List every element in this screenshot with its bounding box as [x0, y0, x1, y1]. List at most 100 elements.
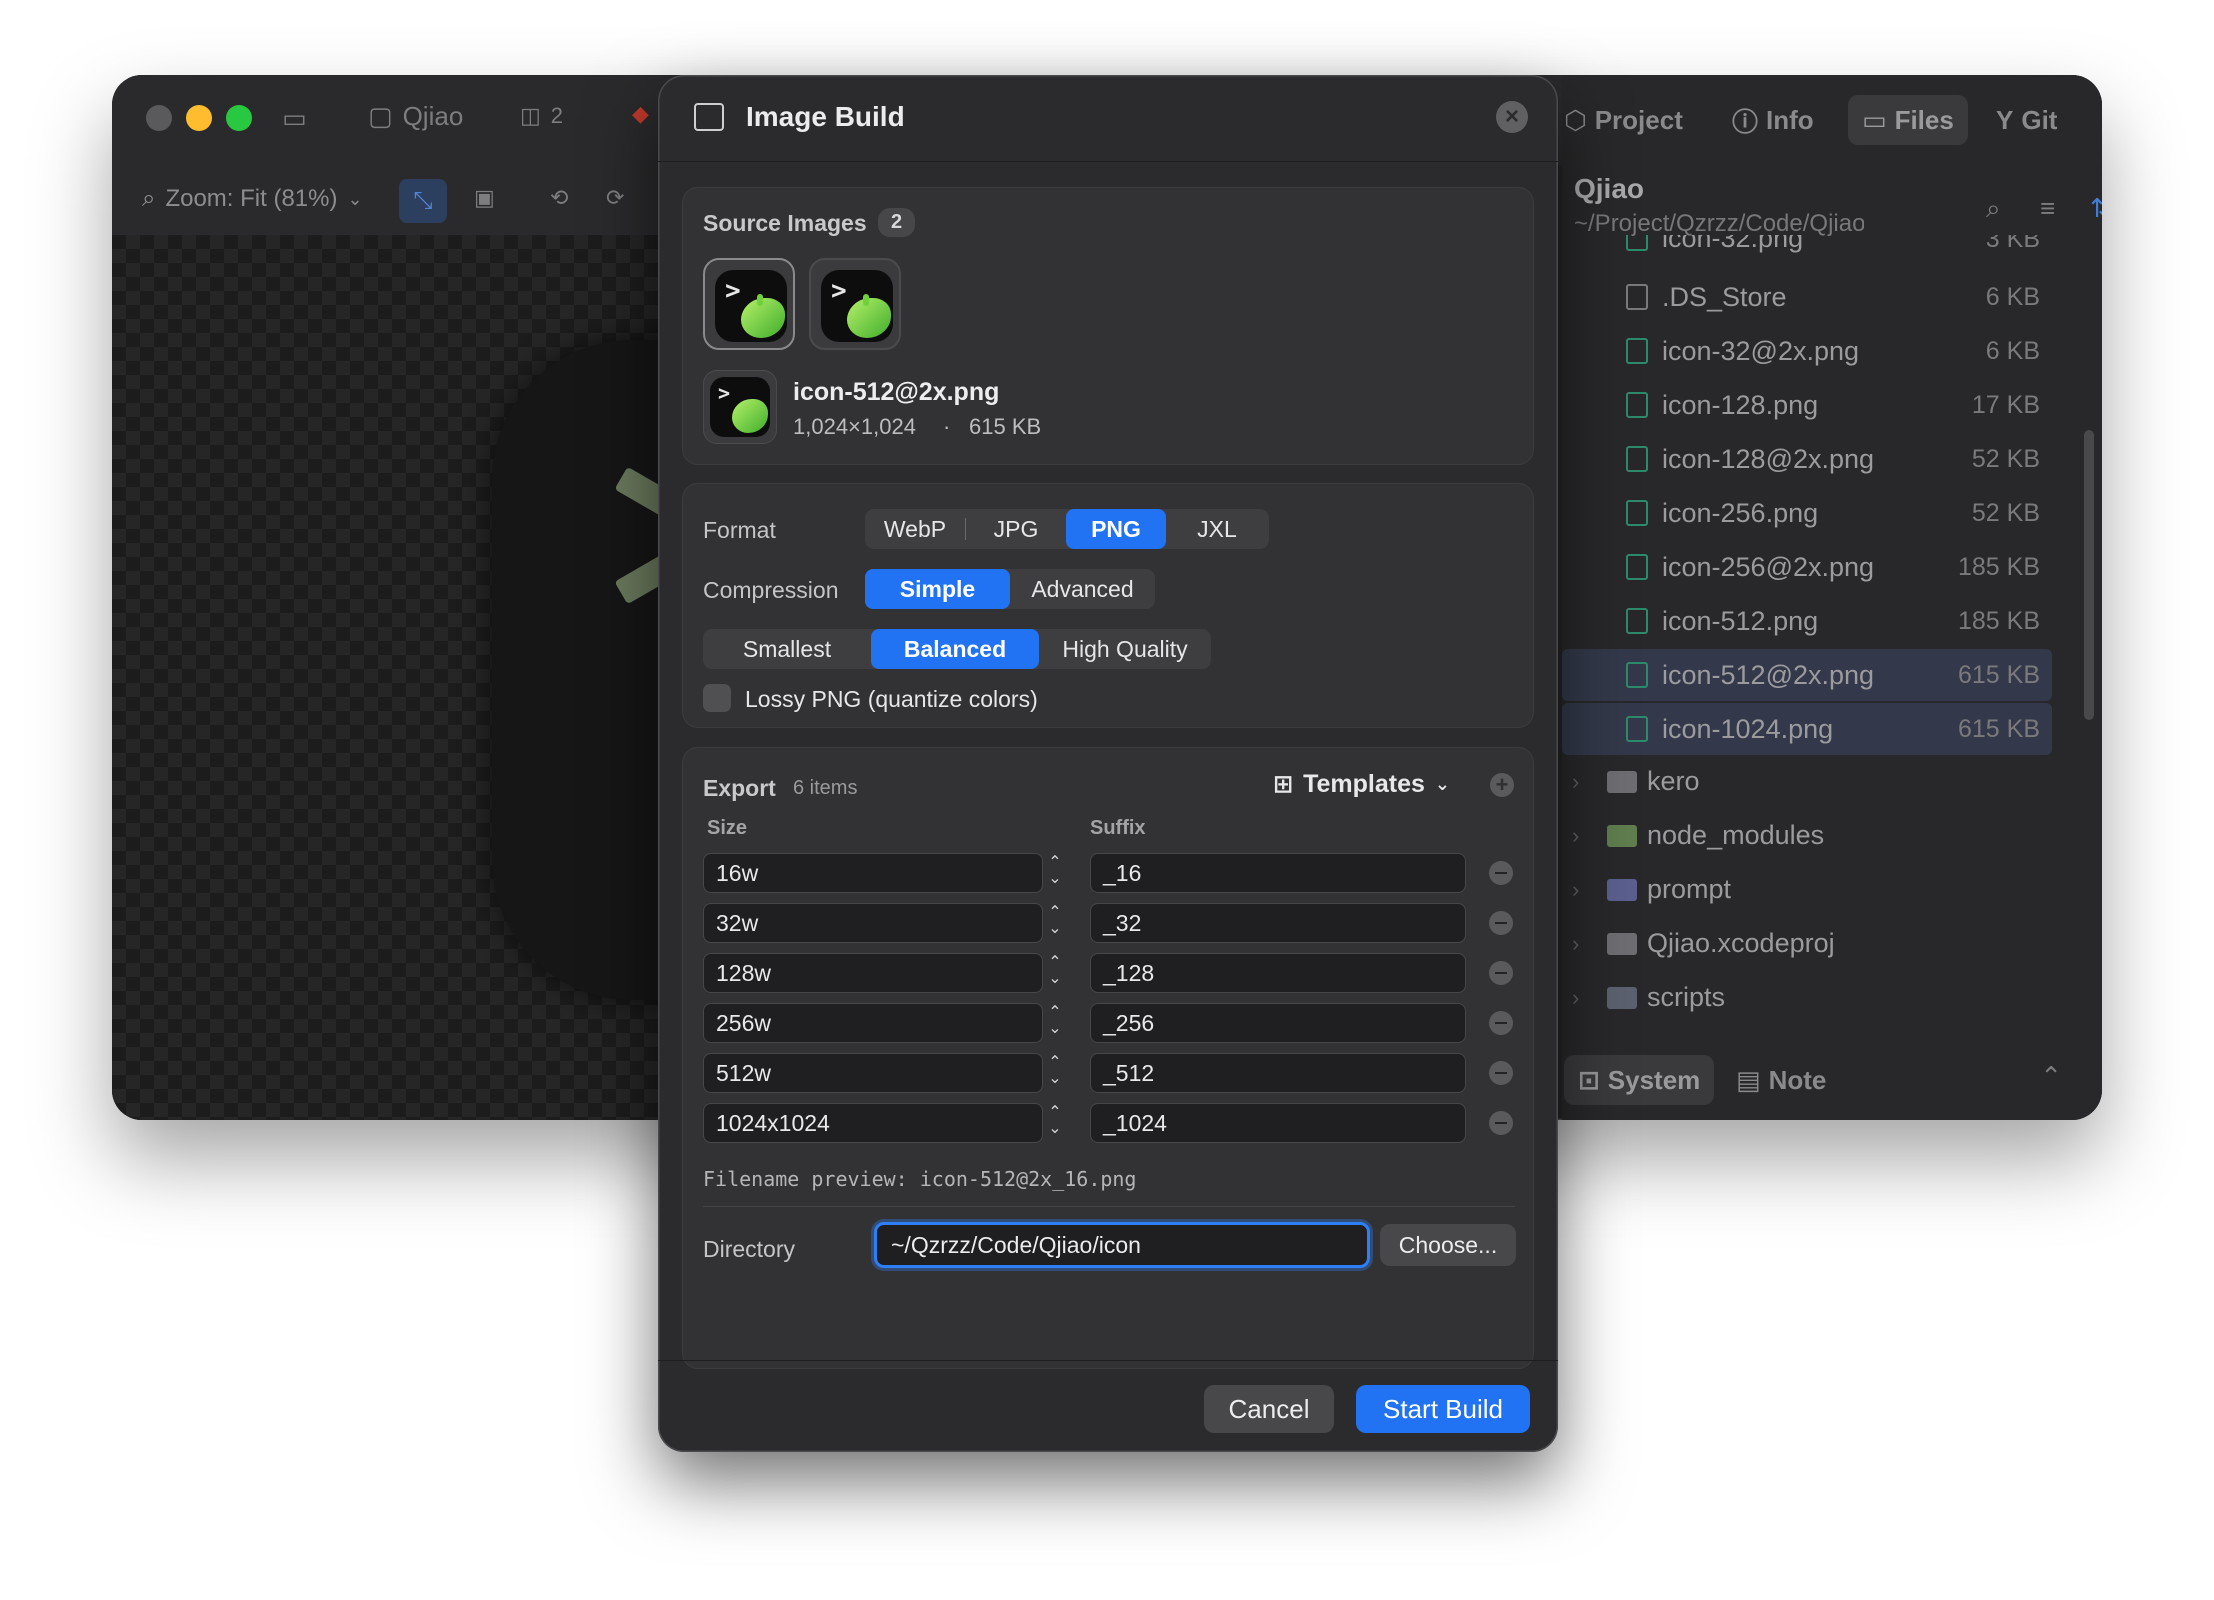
folder-row[interactable]: › kero: [1562, 757, 2052, 809]
sidebar-toggle-icon[interactable]: ▭: [282, 103, 307, 134]
chevron-right-icon[interactable]: ›: [1572, 985, 1579, 1011]
add-row-icon[interactable]: +: [1490, 773, 1514, 797]
file-row-selected[interactable]: icon-1024.png 615 KB: [1562, 703, 2052, 755]
filter-icon[interactable]: ≡: [2040, 193, 2055, 224]
file-row[interactable]: icon-128.png 17 KB: [1562, 379, 2052, 431]
folder-row[interactable]: › prompt: [1562, 865, 2052, 917]
tab-files[interactable]: ▭ Files: [1848, 95, 1968, 145]
suffix-field[interactable]: _16: [1090, 853, 1466, 893]
rotate-right-icon[interactable]: ⟳: [606, 185, 624, 211]
file-row[interactable]: .DS_Store 6 KB: [1562, 271, 2052, 323]
chevron-right-icon[interactable]: ›: [1572, 823, 1579, 849]
size-stepper-icon[interactable]: ⌃ ⌄: [1045, 905, 1065, 941]
level-smallest[interactable]: Smallest: [703, 629, 871, 669]
remove-row-icon[interactable]: [1489, 911, 1513, 935]
tab-note[interactable]: ▤ Note: [1736, 1055, 1826, 1105]
choose-directory-button[interactable]: Choose...: [1380, 1224, 1516, 1266]
zoom-window-button[interactable]: [226, 105, 252, 131]
file-row[interactable]: icon-512.png 185 KB: [1562, 595, 2052, 647]
level-balanced[interactable]: Balanced: [871, 629, 1039, 669]
info-icon: ⓘ: [1732, 106, 1759, 137]
remove-row-icon[interactable]: [1489, 961, 1513, 985]
size-stepper-icon[interactable]: ⌃ ⌄: [1045, 1055, 1065, 1091]
split-icon: ◫: [520, 103, 541, 128]
file-row-selected[interactable]: icon-512@2x.png 615 KB: [1562, 649, 2052, 701]
chevron-up-icon[interactable]: ⌃: [2040, 1061, 2062, 1092]
search-icon[interactable]: ⌕: [1986, 193, 2001, 225]
close-window-button[interactable]: [146, 105, 172, 131]
file-row[interactable]: icon-256@2x.png 185 KB: [1562, 541, 2052, 593]
suffix-field[interactable]: _32: [1090, 903, 1466, 943]
remove-row-icon[interactable]: [1489, 1061, 1513, 1085]
tab-git-label: Git: [2021, 104, 2058, 135]
size-stepper-icon[interactable]: ⌃ ⌄: [1045, 855, 1065, 891]
file-row[interactable]: icon-256.png 52 KB: [1562, 487, 2052, 539]
start-build-button[interactable]: Start Build: [1356, 1385, 1530, 1433]
source-thumbnail[interactable]: >: [703, 258, 795, 350]
file-row[interactable]: icon-128@2x.png 52 KB: [1562, 433, 2052, 485]
selected-file-dimensions: 1,024×1,024: [793, 414, 916, 439]
compression-advanced[interactable]: Advanced: [1010, 569, 1155, 609]
size-field[interactable]: 256w: [703, 1003, 1043, 1043]
source-thumbnail[interactable]: >: [809, 258, 901, 350]
format-jpg[interactable]: JPG: [966, 509, 1066, 549]
tab-system[interactable]: ⊡ System: [1564, 1055, 1715, 1105]
folder-row[interactable]: › scripts: [1562, 973, 2052, 1025]
compression-simple[interactable]: Simple: [865, 569, 1010, 609]
tab-git[interactable]: Y Git: [1996, 95, 2057, 145]
tab-project[interactable]: ⬡ Project: [1564, 95, 1683, 145]
templates-menu[interactable]: ⊞ Templates ⌄: [1273, 770, 1450, 799]
suffix-field[interactable]: _128: [1090, 953, 1466, 993]
size-field[interactable]: 1024x1024: [703, 1103, 1043, 1143]
tab-info[interactable]: ⓘ Info: [1732, 95, 1814, 145]
folder-icon: [1607, 933, 1637, 955]
file-row[interactable]: icon-32.png 3 KB: [1562, 235, 2052, 265]
level-high-quality[interactable]: High Quality: [1039, 629, 1211, 669]
close-icon[interactable]: ×: [1496, 101, 1528, 133]
chevron-right-icon[interactable]: ›: [1572, 931, 1579, 957]
scrollbar[interactable]: [2084, 430, 2094, 720]
suffix-field[interactable]: _256: [1090, 1003, 1466, 1043]
suffix-field[interactable]: _512: [1090, 1053, 1466, 1093]
format-jxl[interactable]: JXL: [1166, 509, 1268, 549]
remove-row-icon[interactable]: [1489, 1111, 1513, 1135]
zoom-menu[interactable]: ⌕ Zoom: Fit (81%) ⌄: [142, 185, 363, 213]
file-name: icon-256.png: [1662, 497, 1819, 528]
image-file-icon: [1626, 716, 1648, 742]
size-stepper-icon[interactable]: ⌃ ⌄: [1045, 1105, 1065, 1141]
leaf-shape: [741, 298, 785, 338]
size-stepper-icon[interactable]: ⌃ ⌄: [1045, 955, 1065, 991]
tab-count[interactable]: ◫ 2: [520, 103, 563, 129]
lossy-png-checkbox[interactable]: [703, 684, 731, 712]
actual-size-icon[interactable]: ▣: [474, 185, 495, 211]
size-field[interactable]: 32w: [703, 903, 1043, 943]
document-icon: [1626, 284, 1648, 310]
folder-row[interactable]: › Qjiao.xcodeproj: [1562, 919, 2052, 971]
remove-row-icon[interactable]: [1489, 861, 1513, 885]
remove-row-icon[interactable]: [1489, 1011, 1513, 1035]
window-tab[interactable]: ▢ Qjiao: [368, 101, 463, 132]
folder-row[interactable]: › node_modules: [1562, 811, 2052, 863]
size-field[interactable]: 128w: [703, 953, 1043, 993]
format-webp[interactable]: WebP: [865, 509, 965, 549]
cancel-button[interactable]: Cancel: [1204, 1385, 1334, 1433]
sort-icon[interactable]: ⇅: [2090, 193, 2102, 224]
size-field[interactable]: 512w: [703, 1053, 1043, 1093]
image-file-icon: [1626, 338, 1648, 364]
sidebar-bottom-tabs: ⊡ System ▤ Note ⌃: [1562, 1055, 2102, 1105]
size-field[interactable]: 16w: [703, 853, 1043, 893]
rotate-left-icon[interactable]: ⟲: [550, 185, 568, 211]
chevron-right-icon[interactable]: ›: [1572, 769, 1579, 795]
terminal-icon: ▢: [368, 101, 393, 131]
chip-icon: ⊡: [1578, 1064, 1600, 1095]
directory-input[interactable]: ~/Qzrzz/Code/Qjiao/icon: [874, 1222, 1370, 1268]
format-png[interactable]: PNG: [1066, 509, 1166, 549]
minimize-window-button[interactable]: [186, 105, 212, 131]
size-stepper-icon[interactable]: ⌃ ⌄: [1045, 1005, 1065, 1041]
zoom-label: Zoom: Fit (81%): [165, 185, 338, 212]
suffix-field[interactable]: _1024: [1090, 1103, 1466, 1143]
fit-toggle-icon[interactable]: ⤡: [399, 179, 447, 223]
file-row[interactable]: icon-32@2x.png 6 KB: [1562, 325, 2052, 377]
image-build-dialog: Image Build × Source Images 2 > > > icon…: [658, 75, 1558, 1452]
chevron-right-icon[interactable]: ›: [1572, 877, 1579, 903]
